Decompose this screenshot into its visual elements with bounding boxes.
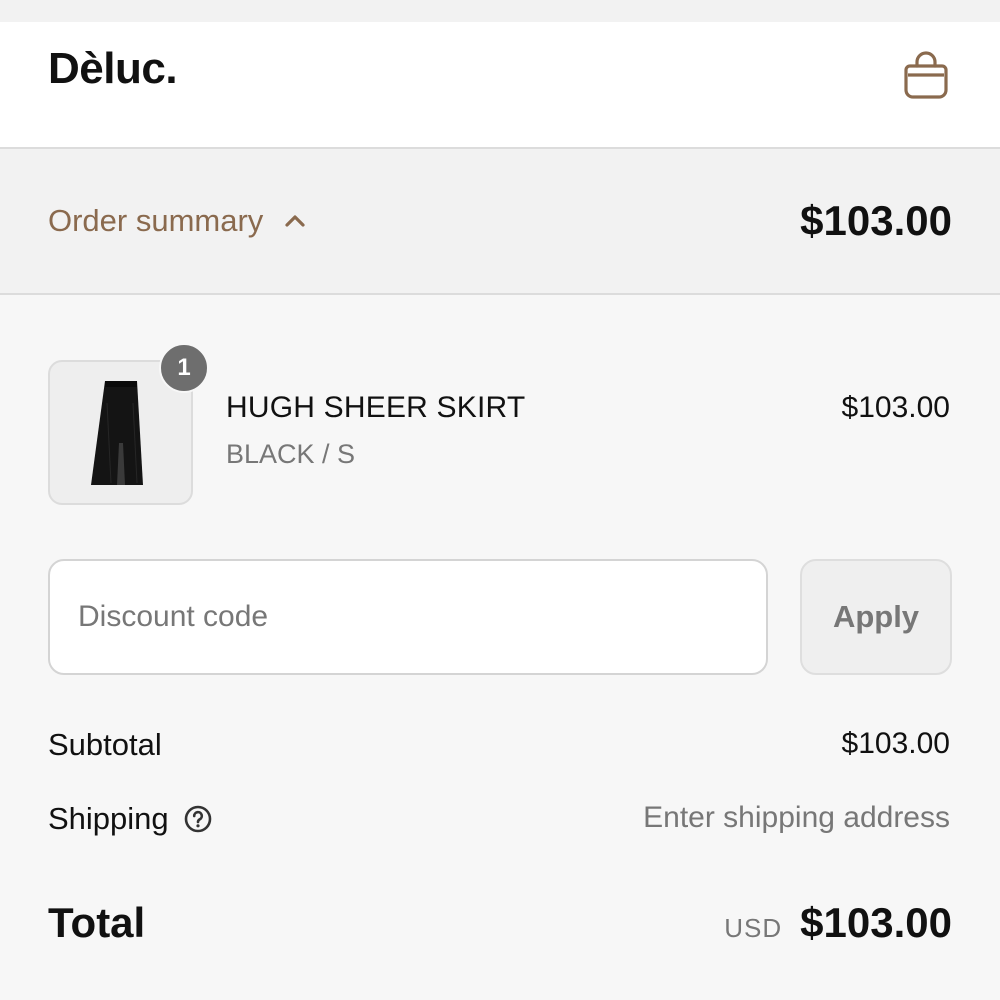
quantity-badge: 1 <box>159 343 209 393</box>
order-summary-label: Order summary <box>48 203 264 238</box>
brand-logo[interactable]: Dèluc. <box>48 44 178 94</box>
total-value: $103.00 <box>800 899 952 946</box>
product-name: HUGH SHEER SKIRT <box>226 391 526 424</box>
subtotal-value: $103.00 <box>841 727 950 760</box>
order-details: 1 HUGH SHEER SKIRT BLACK / S $103.00 App… <box>0 295 1000 1000</box>
currency-code: USD <box>724 913 783 943</box>
shipping-label: Shipping <box>48 801 169 836</box>
chevron-up-icon <box>283 213 307 229</box>
discount-code-input[interactable] <box>48 559 768 675</box>
shipping-value: Enter shipping address <box>643 801 950 834</box>
total-label: Total <box>48 899 146 946</box>
checkout-page: Dèluc. Order summary $103.00 1 HUGH SHEE… <box>0 0 1000 1000</box>
order-summary-toggle[interactable]: Order summary <box>48 199 307 243</box>
question-circle-icon[interactable] <box>183 804 213 834</box>
header: Dèluc. <box>0 0 1000 149</box>
shipping-row: Shipping <box>48 801 213 837</box>
order-summary-bar: Order summary $103.00 <box>0 149 1000 295</box>
cart-button[interactable] <box>898 44 954 104</box>
total-amount: USD $103.00 <box>724 899 952 947</box>
product-price: $103.00 <box>841 391 950 424</box>
shopping-bag-icon <box>904 51 948 99</box>
subtotal-label: Subtotal <box>48 727 162 762</box>
top-strip <box>0 0 1000 22</box>
order-summary-total: $103.00 <box>800 197 952 244</box>
product-variant: BLACK / S <box>226 439 356 469</box>
apply-discount-button[interactable]: Apply <box>800 559 952 675</box>
black-skirt-thumbnail <box>90 380 143 485</box>
